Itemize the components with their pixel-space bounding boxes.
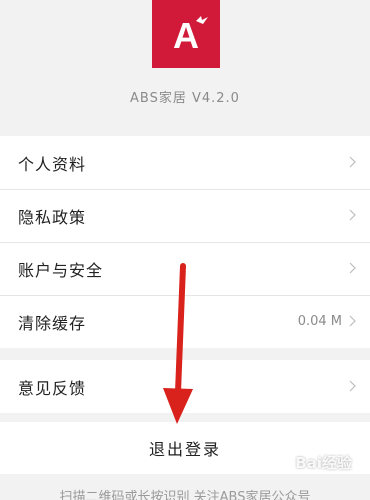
- logo-bird-icon: [196, 16, 208, 24]
- app-header: A ABS家居 V4.2.0: [0, 0, 370, 136]
- chevron-right-icon: [349, 380, 356, 392]
- row-label-privacy: 隐私政策: [18, 207, 87, 227]
- chevron-right-icon: [349, 156, 356, 168]
- chevron-right-icon: [349, 262, 356, 274]
- settings-row-privacy[interactable]: 隐私政策: [0, 189, 370, 242]
- row-label-clear-cache: 清除缓存: [18, 313, 87, 333]
- app-version: ABS家居 V4.2.0: [130, 91, 240, 106]
- settings-row-account-security[interactable]: 账户与安全: [0, 242, 370, 295]
- baidu-paw-icon: [272, 453, 290, 470]
- row-label-profile: 个人资料: [18, 154, 87, 174]
- settings-group-main: 个人资料 隐私政策 账户与安全 清除缓存 0.04 M: [0, 136, 370, 348]
- footer-qr-hint: 扫描二维码或长按识别 关注ABS家居公众号: [59, 490, 311, 500]
- row-label-account-security: 账户与安全: [18, 260, 104, 280]
- watermark: Bai经验: [271, 452, 352, 473]
- settings-row-profile[interactable]: 个人资料: [0, 136, 370, 189]
- watermark-text: Bai经验: [295, 454, 352, 472]
- settings-row-clear-cache[interactable]: 清除缓存 0.04 M: [0, 295, 370, 348]
- chevron-right-icon: [349, 209, 356, 221]
- logout-label: 退出登录: [148, 440, 221, 459]
- settings-row-feedback[interactable]: 意见反馈: [0, 360, 370, 413]
- row-label-feedback: 意见反馈: [18, 378, 87, 398]
- app-logo: A: [152, 0, 220, 68]
- cache-size-value: 0.04 M: [297, 314, 342, 329]
- chevron-right-icon: [349, 315, 356, 327]
- settings-group-feedback: 意见反馈: [0, 360, 370, 413]
